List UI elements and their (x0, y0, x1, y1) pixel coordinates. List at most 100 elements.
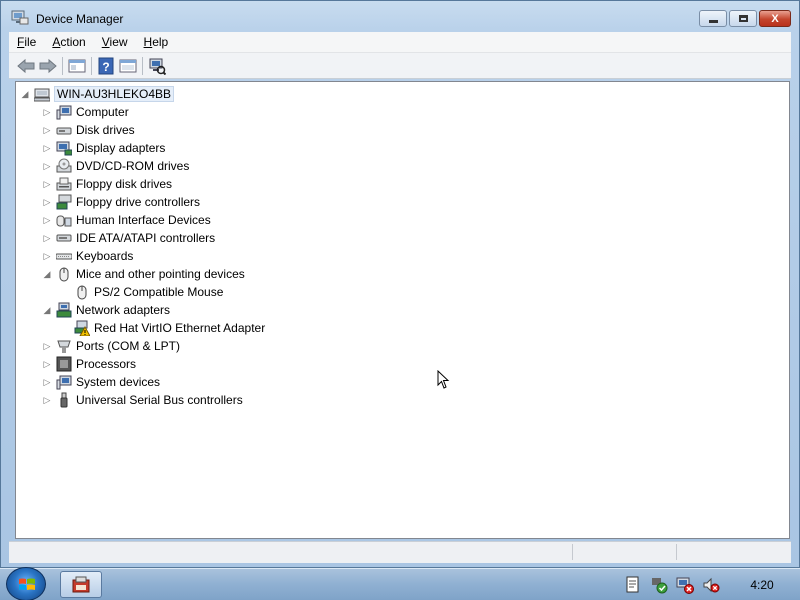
collapse-arrow-icon[interactable]: ◢ (42, 305, 52, 315)
tree-item-virtio-ethernet[interactable]: Red Hat VirtIO Ethernet Adapter (70, 319, 265, 337)
tree-item-label: System devices (76, 375, 161, 389)
start-button[interactable] (6, 567, 46, 600)
safely-remove-icon[interactable] (650, 576, 668, 594)
expand-arrow-icon[interactable]: ▷ (42, 107, 52, 117)
tree-item-label: Computer (76, 105, 129, 119)
tree-item-disk-drives[interactable]: ▷ Disk drives (42, 121, 135, 139)
volume-muted-icon[interactable] (702, 576, 720, 594)
tree-item-label: Universal Serial Bus controllers (76, 393, 243, 407)
help-button[interactable]: ? (95, 55, 117, 77)
network-icon[interactable] (676, 576, 694, 594)
tree-item-floppy-controllers[interactable]: ▷ Floppy drive controllers (42, 193, 200, 211)
status-divider (676, 544, 677, 560)
usb-icon (60, 392, 68, 408)
tree-item-computer[interactable]: ▷ Computer (42, 103, 129, 121)
menu-file[interactable]: File (9, 35, 44, 49)
maximize-button[interactable] (729, 10, 757, 27)
expand-arrow-icon[interactable]: ▷ (42, 251, 52, 261)
computer-icon (56, 105, 72, 120)
mouse-icon (59, 267, 69, 282)
tree-item-display-adapters[interactable]: ▷ Display adapters (42, 139, 165, 157)
status-divider (572, 544, 573, 560)
title-bar[interactable]: Device Manager X (1, 1, 799, 33)
tree-item-keyboards[interactable]: ▷ Keyboards (42, 247, 134, 265)
expand-arrow-icon[interactable]: ▷ (42, 143, 52, 153)
tree-item-usb-controllers[interactable]: ▷ Universal Serial Bus controllers (42, 391, 243, 409)
close-button[interactable]: X (759, 10, 791, 27)
computer-root-icon (34, 88, 50, 102)
display-adapter-icon (56, 141, 72, 156)
collapse-arrow-icon[interactable]: ◢ (20, 89, 30, 99)
expand-arrow-icon[interactable]: ▷ (42, 215, 52, 225)
menu-help[interactable]: Help (136, 35, 177, 49)
scan-hardware-icon (149, 58, 166, 75)
expand-arrow-icon[interactable]: ▷ (42, 179, 52, 189)
tree-item-label: Keyboards (76, 249, 134, 263)
tree-item-label: Human Interface Devices (76, 213, 211, 227)
menu-view[interactable]: View (94, 35, 136, 49)
maximize-icon (738, 15, 748, 22)
network-adapter-icon (56, 302, 72, 318)
tree-item-ide-controllers[interactable]: ▷ IDE ATA/ATAPI controllers (42, 229, 216, 247)
port-icon (57, 340, 71, 353)
menu-action[interactable]: Action (44, 35, 93, 49)
scan-hardware-button[interactable] (146, 55, 168, 77)
expand-arrow-icon[interactable]: ▷ (42, 125, 52, 135)
hid-icon (56, 215, 72, 227)
toolbar-separator (62, 56, 63, 75)
tree-item-label: Display adapters (76, 141, 166, 155)
mouse-icon (77, 285, 87, 300)
menu-bar: File Action View Help (9, 32, 791, 53)
properties-button[interactable] (66, 55, 88, 77)
svg-text:?: ? (102, 60, 109, 74)
toolbar-separator (142, 56, 143, 75)
device-manager-window: Device Manager X File Action View Help ? (0, 0, 800, 568)
back-arrow-icon (17, 58, 35, 73)
taskbar: 4:20 (0, 567, 800, 600)
device-manager-icon (72, 576, 90, 592)
tree-item-dvd-drives[interactable]: ▷ DVD/CD-ROM drives (42, 157, 189, 175)
tree-item-label: Network adapters (76, 303, 171, 317)
floppy-controller-icon (56, 194, 72, 210)
minimize-button[interactable] (699, 10, 727, 27)
computer-name: WIN-AU3HLEKO4BB (54, 86, 175, 102)
collapse-arrow-icon[interactable]: ◢ (42, 269, 52, 279)
taskbar-device-manager-button[interactable] (60, 571, 102, 598)
action-center-icon[interactable] (624, 576, 642, 594)
tree-item-label: Floppy disk drives (76, 177, 173, 191)
tree-item-label: Processors (76, 357, 137, 371)
device-tree[interactable]: ◢ WIN-AU3HLEKO4BB ▷ Computer ▷ Disk driv… (15, 81, 790, 539)
minimize-icon (708, 20, 718, 23)
expand-arrow-icon[interactable]: ▷ (42, 359, 52, 369)
keyboard-icon (56, 253, 72, 260)
floppy-drive-icon (56, 177, 72, 191)
close-icon: X (771, 12, 779, 25)
system-device-icon (56, 375, 72, 390)
disk-drive-icon (56, 127, 72, 135)
tree-item-human-interface-devices[interactable]: ▷ Human Interface Devices (42, 211, 211, 229)
toolbar: ? (9, 53, 791, 79)
expand-arrow-icon[interactable]: ▷ (42, 197, 52, 207)
back-button[interactable] (15, 55, 37, 77)
tree-item-label: IDE ATA/ATAPI controllers (76, 231, 216, 245)
tree-root[interactable]: ◢ WIN-AU3HLEKO4BB (20, 85, 175, 103)
forward-button[interactable] (37, 55, 59, 77)
taskbar-clock[interactable]: 4:20 (724, 578, 800, 592)
show-hide-tree-button[interactable] (117, 55, 139, 77)
expand-arrow-icon[interactable]: ▷ (42, 341, 52, 351)
tree-item-floppy-disk-drives[interactable]: ▷ Floppy disk drives (42, 175, 173, 193)
expand-arrow-icon[interactable]: ▷ (42, 161, 52, 171)
tree-item-ps2-mouse[interactable]: PS/2 Compatible Mouse (70, 283, 223, 301)
status-bar (9, 541, 791, 563)
tree-item-network-adapters[interactable]: ◢ Network adapters (42, 301, 170, 319)
expand-arrow-icon[interactable]: ▷ (42, 377, 52, 387)
expand-arrow-icon[interactable]: ▷ (42, 395, 52, 405)
tree-item-mice[interactable]: ◢ Mice and other pointing devices (42, 265, 245, 283)
toolbar-separator (91, 56, 92, 75)
tree-item-system-devices[interactable]: ▷ System devices (42, 373, 160, 391)
expand-arrow-icon[interactable]: ▷ (42, 233, 52, 243)
tree-item-ports[interactable]: ▷ Ports (COM & LPT) (42, 337, 180, 355)
properties-icon (68, 59, 86, 72)
tree-item-processors[interactable]: ▷ Processors (42, 355, 136, 373)
mouse-cursor-icon (437, 370, 450, 389)
